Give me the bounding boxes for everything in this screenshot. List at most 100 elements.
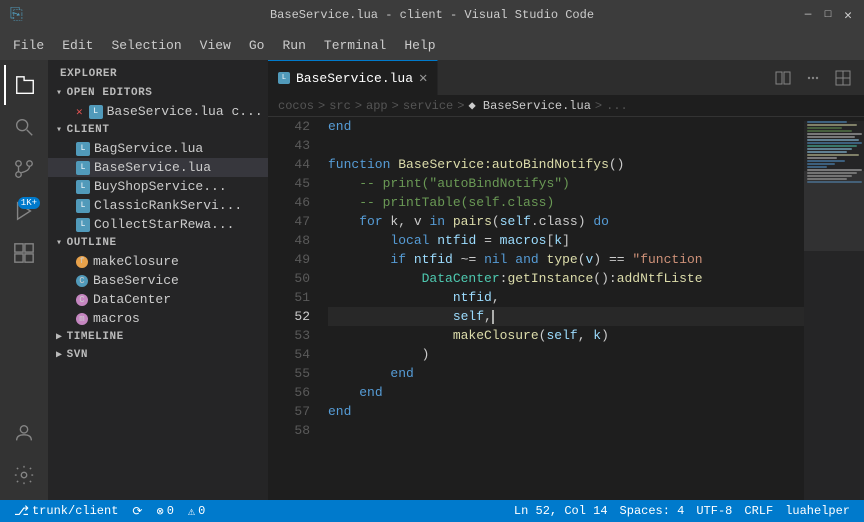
file-collectstar[interactable]: L CollectStarRewa... bbox=[48, 215, 268, 234]
split-editor-icon[interactable] bbox=[770, 65, 796, 91]
breadcrumb-file[interactable]: ◆ BaseService.lua bbox=[468, 98, 590, 113]
file-classicrank[interactable]: L ClassicRankServi... bbox=[48, 196, 268, 215]
breadcrumb-more[interactable]: ... bbox=[606, 99, 628, 113]
code-line-58 bbox=[328, 421, 804, 440]
code-line-55: end bbox=[328, 364, 804, 383]
indent bbox=[328, 307, 453, 326]
status-position[interactable]: Ln 52, Col 14 bbox=[508, 504, 614, 518]
breadcrumb-app[interactable]: app bbox=[366, 99, 388, 113]
activity-search[interactable] bbox=[4, 107, 44, 147]
status-warnings[interactable]: ⚠ 0 bbox=[182, 500, 211, 522]
comment-printTable: -- printTable(self.class) bbox=[359, 193, 554, 212]
menu-selection[interactable]: Selection bbox=[103, 34, 189, 57]
line-num-48: 48 bbox=[268, 231, 310, 250]
open-editors-chevron: ▾ bbox=[56, 87, 63, 99]
minimize-button[interactable]: — bbox=[802, 9, 814, 21]
file-bagservice[interactable]: L BagService.lua bbox=[48, 139, 268, 158]
activity-settings[interactable] bbox=[4, 455, 44, 495]
kw-in: in bbox=[429, 212, 445, 231]
menu-help[interactable]: Help bbox=[396, 34, 443, 57]
close-button[interactable]: ✕ bbox=[842, 9, 854, 21]
outline-makeclosure[interactable]: f makeClosure bbox=[48, 252, 268, 271]
activity-run-debug[interactable]: 1K+ bbox=[4, 191, 44, 231]
timeline-group[interactable]: ▶ TIMELINE bbox=[48, 328, 268, 346]
close-editor-icon[interactable]: ✕ bbox=[76, 105, 83, 119]
var-macros: macros bbox=[500, 231, 547, 250]
file-label: CollectStarRewa... bbox=[94, 217, 234, 232]
menu-file[interactable]: File bbox=[5, 34, 52, 57]
open-editors-group[interactable]: ▾ OPEN EDITORS bbox=[48, 84, 268, 102]
svn-chevron: ▶ bbox=[56, 349, 63, 361]
timeline-chevron: ▶ bbox=[56, 331, 63, 343]
outline-baseservice[interactable]: C BaseService bbox=[48, 271, 268, 290]
error-icon: ⊗ bbox=[156, 504, 163, 519]
mm-line bbox=[807, 121, 847, 123]
notification-badge: 1K+ bbox=[18, 197, 40, 209]
menu-run[interactable]: Run bbox=[274, 34, 313, 57]
code-line-56: end bbox=[328, 383, 804, 402]
line-num-53: 53 bbox=[268, 326, 310, 345]
tab-baseservice[interactable]: L BaseService.lua ✕ bbox=[268, 60, 438, 95]
kw-end3: end bbox=[359, 383, 382, 402]
tab-close-icon[interactable]: ✕ bbox=[419, 70, 427, 87]
punc-close3: ) bbox=[601, 326, 609, 345]
lua-icon: L bbox=[76, 161, 90, 175]
open-editor-basefile[interactable]: ✕ L BaseService.lua c... bbox=[48, 102, 268, 121]
kw-end4: end bbox=[328, 402, 351, 421]
breadcrumb-service[interactable]: service bbox=[403, 99, 453, 113]
activity-extensions[interactable] bbox=[4, 233, 44, 273]
fn-pairs: pairs bbox=[453, 212, 492, 231]
sync-icon: ⟳ bbox=[132, 504, 142, 519]
var-k: k bbox=[554, 231, 562, 250]
kw-end2: end bbox=[390, 364, 413, 383]
activity-bar: 1K+ bbox=[0, 60, 48, 500]
comment-print: -- print("autoBindNotifys") bbox=[359, 174, 570, 193]
status-encoding[interactable]: UTF-8 bbox=[690, 504, 738, 518]
code-line-47: for k, v in pairs ( self .class) do bbox=[328, 212, 804, 231]
minimap-bg bbox=[804, 121, 864, 500]
line-num-54: 54 bbox=[268, 345, 310, 364]
vscode-logo-icon: ⎘ bbox=[10, 6, 23, 24]
code-line-51: ntfid , bbox=[328, 288, 804, 307]
code-editor[interactable]: 42 43 44 45 46 47 48 49 50 51 52 53 54 5… bbox=[268, 117, 864, 500]
status-spaces[interactable]: Spaces: 4 bbox=[614, 504, 691, 518]
breadcrumb-sep1: > bbox=[318, 99, 325, 113]
indent bbox=[328, 174, 359, 193]
plain-eq2: == bbox=[601, 250, 632, 269]
plain-sp2 bbox=[507, 250, 515, 269]
plain-eq: = bbox=[476, 231, 499, 250]
status-eol[interactable]: CRLF bbox=[738, 504, 779, 518]
breadcrumb-src[interactable]: src bbox=[329, 99, 351, 113]
var-v: v bbox=[586, 250, 594, 269]
menu-edit[interactable]: Edit bbox=[54, 34, 101, 57]
status-language[interactable]: luahelper bbox=[779, 504, 856, 518]
more-actions-icon[interactable] bbox=[800, 65, 826, 91]
code-content[interactable]: end function BaseService:autoBindNotifys… bbox=[318, 117, 804, 500]
activity-source-control[interactable] bbox=[4, 149, 44, 189]
outline-datacenter[interactable]: C DataCenter bbox=[48, 290, 268, 309]
menu-terminal[interactable]: Terminal bbox=[316, 34, 394, 57]
activity-account[interactable] bbox=[4, 413, 44, 453]
status-branch[interactable]: ⎇ trunk/client bbox=[8, 500, 124, 522]
breadcrumb-cocos[interactable]: cocos bbox=[278, 99, 314, 113]
punc-comma: , bbox=[492, 288, 500, 307]
client-group[interactable]: ▾ CLIENT bbox=[48, 121, 268, 139]
kw-nil: nil bbox=[484, 250, 507, 269]
indent bbox=[328, 231, 390, 250]
fn-autoBindNotifys: BaseService:autoBindNotifys bbox=[398, 155, 609, 174]
file-baseservice[interactable]: L BaseService.lua bbox=[48, 158, 268, 177]
layout-icon[interactable] bbox=[830, 65, 856, 91]
mm-line bbox=[807, 157, 837, 159]
code-line-49: if ntfid ~= nil and type ( v ) == "funct… bbox=[328, 250, 804, 269]
status-sync[interactable]: ⟳ bbox=[126, 500, 148, 522]
status-errors[interactable]: ⊗ 0 bbox=[150, 500, 179, 522]
svn-group[interactable]: ▶ SVN bbox=[48, 346, 268, 364]
menu-go[interactable]: Go bbox=[241, 34, 273, 57]
maximize-button[interactable]: □ bbox=[822, 9, 834, 21]
activity-explorer[interactable] bbox=[4, 65, 44, 105]
outline-macros[interactable]: m macros bbox=[48, 309, 268, 328]
menu-view[interactable]: View bbox=[192, 34, 239, 57]
title-bar-title: BaseService.lua - client - Visual Studio… bbox=[270, 8, 594, 22]
file-buyshop[interactable]: L BuyShopService... bbox=[48, 177, 268, 196]
outline-group[interactable]: ▾ OUTLINE bbox=[48, 234, 268, 252]
